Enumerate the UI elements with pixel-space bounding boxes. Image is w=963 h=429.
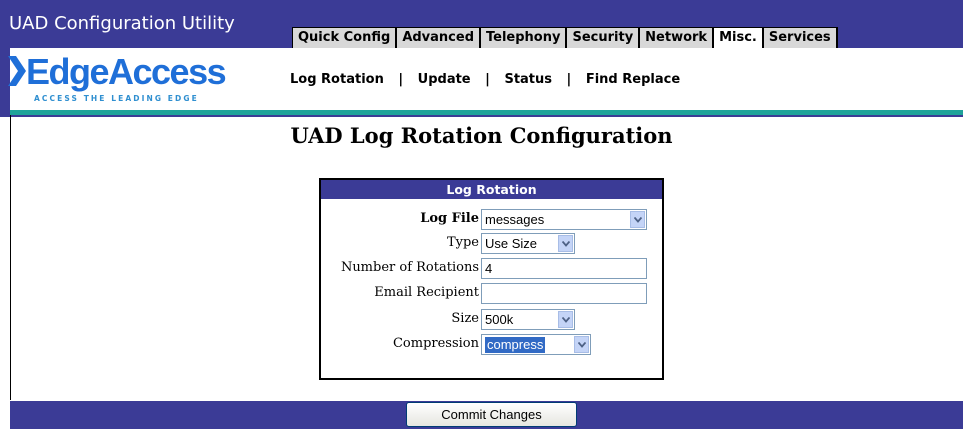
log-file-select[interactable]: messages	[481, 209, 647, 230]
log-rotation-panel: Log Rotation Log File messages Type Use …	[319, 178, 664, 380]
type-value: Use Size	[485, 236, 538, 251]
chevron-down-icon[interactable]	[630, 211, 645, 228]
tab-security[interactable]: Security	[567, 28, 639, 48]
logo-tagline: ACCESS THE LEADING EDGE	[34, 94, 199, 103]
subnav-log-rotation[interactable]: Log Rotation	[290, 72, 384, 87]
content-border	[10, 115, 11, 400]
tab-telephony[interactable]: Telephony	[481, 28, 566, 48]
email-input[interactable]	[481, 283, 647, 304]
panel-heading: Log Rotation	[321, 180, 662, 199]
type-select[interactable]: Use Size	[481, 233, 575, 254]
sub-navigation: Log Rotation | Update | Status | Find Re…	[290, 72, 680, 87]
accent-divider	[10, 110, 963, 115]
size-label: Size	[451, 311, 479, 326]
logo-name: EdgeAccess	[26, 51, 227, 92]
commit-changes-button[interactable]: Commit Changes	[406, 402, 577, 427]
rotations-label: Number of Rotations	[340, 260, 479, 275]
email-row: Email Recipient	[321, 282, 662, 306]
tab-advanced[interactable]: Advanced	[397, 28, 480, 48]
main-tabs: Quick Config Advanced Telephony Security…	[292, 27, 838, 50]
logo: EdgeAccess ACCESS THE LEADING EDGE	[8, 48, 268, 110]
subnav-find-replace[interactable]: Find Replace	[586, 72, 680, 87]
compression-row: Compression compress	[321, 333, 662, 357]
email-label: Email Recipient	[374, 285, 479, 300]
page-title: UAD Log Rotation Configuration	[290, 123, 673, 148]
size-value: 500k	[485, 312, 514, 327]
size-row: Size 500k	[321, 308, 662, 332]
subnav-status[interactable]: Status	[504, 72, 552, 87]
log-file-row: Log File messages	[321, 208, 662, 232]
log-file-value: messages	[485, 212, 545, 227]
tab-services[interactable]: Services	[763, 28, 836, 48]
rotations-input[interactable]: 4	[481, 258, 647, 279]
chevron-logo-icon	[8, 56, 26, 86]
rotations-value: 4	[485, 261, 493, 276]
compression-label: Compression	[392, 336, 479, 351]
app-title: UAD Configuration Utility	[9, 13, 235, 34]
app-window: UAD Configuration Utility Quick Config A…	[0, 0, 963, 429]
tab-network[interactable]: Network	[640, 28, 713, 48]
tab-quick-config[interactable]: Quick Config	[293, 28, 396, 48]
size-select[interactable]: 500k	[481, 309, 575, 330]
compression-select[interactable]: compress	[481, 334, 591, 355]
subnav-separator: |	[566, 72, 572, 87]
compression-value: compress	[483, 336, 547, 354]
subnav-separator: |	[398, 72, 404, 87]
rotations-row: Number of Rotations 4	[321, 257, 662, 281]
subnav-update[interactable]: Update	[418, 72, 471, 87]
chevron-down-icon[interactable]	[558, 235, 573, 252]
type-label: Type	[446, 235, 479, 250]
chevron-down-icon[interactable]	[558, 311, 573, 328]
tab-misc[interactable]: Misc.	[714, 28, 762, 48]
log-file-label: Log File	[420, 211, 479, 226]
type-row: Type Use Size	[321, 232, 662, 256]
chevron-down-icon[interactable]	[574, 336, 589, 353]
subnav-separator: |	[485, 72, 490, 87]
